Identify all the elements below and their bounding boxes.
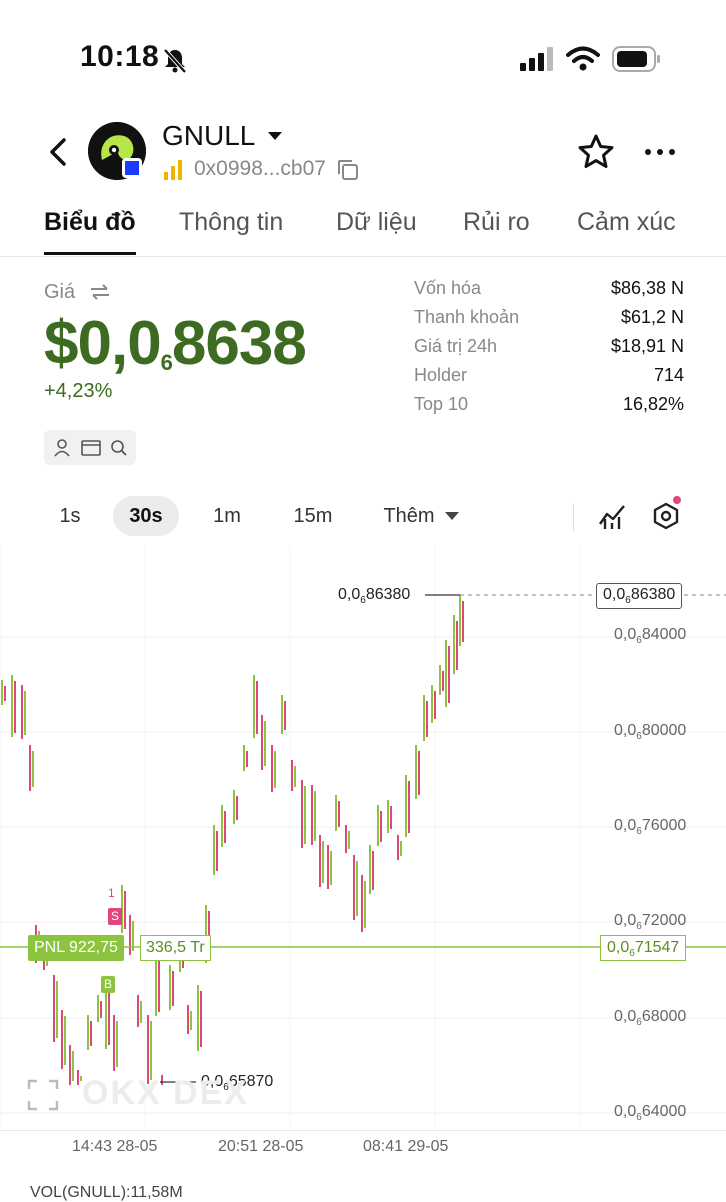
notification-dot <box>673 496 681 504</box>
copy-icon[interactable] <box>336 158 360 182</box>
y-axis-label: 0,0684000 <box>614 626 687 647</box>
active-tab-indicator <box>44 252 136 255</box>
chart-settings-icon[interactable] <box>652 502 680 530</box>
token-dropdown-caret-icon[interactable] <box>268 132 282 140</box>
quick-actions <box>44 430 136 465</box>
battery-icon <box>612 46 660 72</box>
current-price: $0,068638 <box>44 309 307 378</box>
timeframe-30s[interactable]: 30s <box>113 496 179 536</box>
stats-panel: Vốn hóa $86,38 N Thanh khoản $61,2 N Giá t… <box>414 278 684 423</box>
tab-chart[interactable]: Biểu đồ <box>44 208 136 237</box>
timeframe-more-caret-icon[interactable] <box>445 512 459 520</box>
y-axis-label: 0,0676000 <box>614 817 687 838</box>
back-arrow-icon[interactable] <box>40 132 80 172</box>
indicator-icon[interactable] <box>598 502 626 530</box>
bell-muted-icon <box>163 48 187 74</box>
cellular-signal-icon <box>520 47 553 71</box>
favorite-star-icon[interactable] <box>576 132 616 172</box>
timeframe-1m[interactable]: 1m <box>205 496 249 536</box>
swap-icon[interactable] <box>89 284 111 300</box>
fullscreen-icon[interactable] <box>26 1078 60 1112</box>
browser-icon[interactable] <box>81 439 101 457</box>
marker-count: 1 <box>108 886 115 900</box>
timeframe-15m[interactable]: 15m <box>285 496 341 536</box>
avg-price-tag: 0,0671547 <box>600 935 687 961</box>
search-icon[interactable] <box>110 439 128 457</box>
wifi-icon <box>566 46 600 71</box>
x-axis-label: 14:43 28-05 <box>72 1138 158 1155</box>
y-axis-label: 0,0664000 <box>614 1103 687 1124</box>
liquidity-bars-icon <box>164 160 182 180</box>
current-price-tag: 0,0686380 <box>596 583 683 610</box>
y-axis-label: 0,0668000 <box>614 1008 687 1029</box>
stat-volume-24h: Giá trị 24h $18,91 N <box>414 336 684 356</box>
volume-label: VOL(GNULL):11,58M <box>30 1184 183 1201</box>
status-time: 10:18 <box>80 40 160 73</box>
toolbar-separator <box>573 503 574 531</box>
token-name[interactable]: GNULL <box>162 120 255 152</box>
more-options-icon[interactable] <box>640 132 680 172</box>
price-label: Giá <box>44 281 111 304</box>
user-icon[interactable] <box>54 439 70 457</box>
stat-holders: Holder 714 <box>414 365 684 385</box>
y-axis-label: 0,0680000 <box>614 722 687 743</box>
okx-dex-watermark: OKX DEX <box>82 1074 250 1112</box>
high-price-label: 0,0686380 <box>338 586 411 607</box>
price-change: +4,23% <box>44 380 113 402</box>
tab-info[interactable]: Thông tin <box>179 208 283 237</box>
timeframe-more[interactable]: Thêm <box>376 496 442 536</box>
divider <box>0 256 726 257</box>
x-axis-label: 20:51 28-05 <box>218 1138 304 1155</box>
stat-liquidity: Thanh khoản $61,2 N <box>414 307 684 327</box>
buy-marker[interactable]: B <box>101 976 115 993</box>
token-address: 0x0998...cb07 <box>194 157 326 180</box>
tab-data[interactable]: Dữ liệu <box>336 208 417 237</box>
timeframe-1s[interactable]: 1s <box>50 496 90 536</box>
sell-marker[interactable]: S <box>108 908 122 925</box>
tab-sentiment[interactable]: Cảm xúc <box>577 208 676 237</box>
tab-bar: Biểu đồ Thông tin Dữ liệu Rủi ro Cảm xúc <box>0 200 726 256</box>
x-axis-line <box>0 1130 726 1131</box>
tab-risk[interactable]: Rủi ro <box>463 208 530 237</box>
y-axis-label: 0,0672000 <box>614 912 687 933</box>
x-axis-label: 08:41 29-05 <box>363 1138 449 1155</box>
stat-top10: Top 10 16,82% <box>414 394 684 414</box>
stat-market-cap: Vốn hóa $86,38 N <box>414 278 684 298</box>
chain-badge <box>122 158 142 178</box>
pnl-amount: 336,5 Tr <box>140 935 211 961</box>
pnl-label[interactable]: PNL 922,75 <box>28 935 124 961</box>
